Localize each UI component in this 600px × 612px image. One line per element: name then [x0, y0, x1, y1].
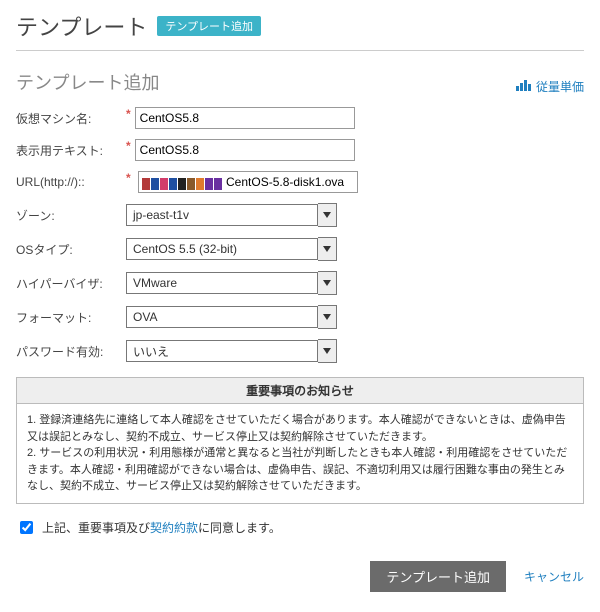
format-label: フォーマット: [16, 309, 126, 326]
header-add-template-button[interactable]: テンプレート追加 [157, 16, 261, 36]
important-notice-box: 重要事項のお知らせ 1. 登録済連絡先に連絡して本人確認をさせていただく場合があ… [16, 377, 584, 504]
important-notice-line2: 2. サービスの利用状況・利用態様が通常と異なると当社が判断したときも本人確認・… [27, 445, 573, 495]
page-title: テンプレート [16, 10, 147, 42]
password-enabled-select-value: いいえ [126, 340, 318, 362]
terms-link[interactable]: 契約約款 [150, 521, 198, 535]
os-type-label: OSタイプ: [16, 241, 126, 258]
chevron-down-icon [318, 271, 337, 295]
vm-name-label: 仮想マシン名: [16, 110, 126, 127]
agree-text-prefix: 上記、重要事項及び [42, 521, 150, 535]
agree-checkbox[interactable] [20, 521, 33, 534]
url-label: URL(http://):: [16, 175, 126, 189]
metered-price-label: 従量単価 [536, 78, 584, 95]
vm-name-input[interactable] [135, 107, 355, 129]
zone-select-value: jp-east-t1v [126, 204, 318, 226]
chevron-down-icon [318, 203, 337, 227]
section-title: テンプレート追加 [16, 69, 159, 95]
hypervisor-select[interactable]: VMware [126, 271, 337, 295]
metered-price-link[interactable]: 従量単価 [516, 78, 584, 95]
hypervisor-select-value: VMware [126, 272, 318, 294]
chart-icon [516, 79, 532, 94]
important-notice-title: 重要事項のお知らせ [17, 378, 583, 404]
required-mark: * [126, 171, 131, 185]
agree-text-suffix: に同意します。 [198, 521, 281, 535]
chevron-down-icon [318, 237, 337, 261]
format-select-value: OVA [126, 306, 318, 328]
format-select[interactable]: OVA [126, 305, 337, 329]
required-mark: * [126, 107, 131, 121]
display-text-label: 表示用テキスト: [16, 142, 126, 159]
chevron-down-icon [318, 339, 337, 363]
url-mask-overlay [142, 178, 222, 190]
os-type-select[interactable]: CentOS 5.5 (32-bit) [126, 237, 337, 261]
chevron-down-icon [318, 305, 337, 329]
submit-add-template-button[interactable]: テンプレート追加 [370, 561, 506, 592]
os-type-select-value: CentOS 5.5 (32-bit) [126, 238, 318, 260]
hypervisor-label: ハイパーバイザ: [16, 275, 126, 292]
required-mark: * [126, 139, 131, 153]
zone-label: ゾーン: [16, 207, 126, 224]
password-enabled-label: パスワード有効: [16, 343, 126, 360]
password-enabled-select[interactable]: いいえ [126, 339, 337, 363]
cancel-link[interactable]: キャンセル [524, 568, 584, 585]
display-text-input[interactable] [135, 139, 355, 161]
important-notice-line1: 1. 登録済連絡先に連絡して本人確認をさせていただく場合があります。本人確認がで… [27, 412, 573, 445]
zone-select[interactable]: jp-east-t1v [126, 203, 337, 227]
